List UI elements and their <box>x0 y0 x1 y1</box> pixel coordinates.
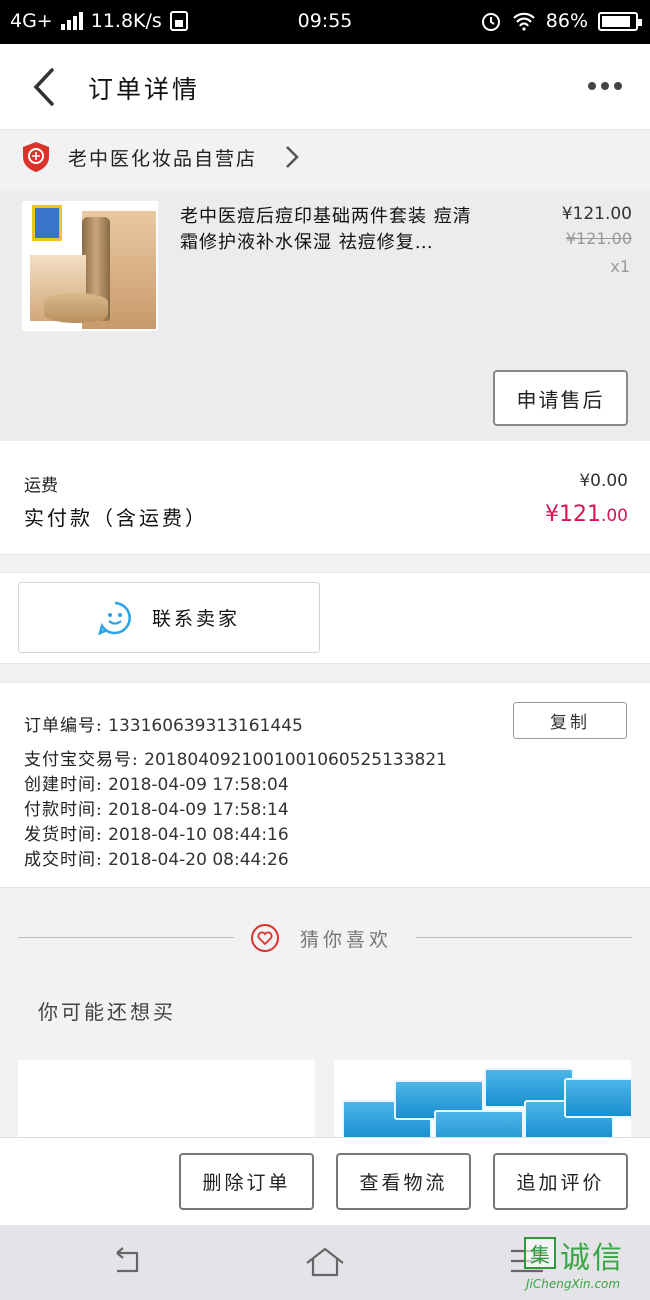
recommend-subtitle: 你可能还想买 <box>38 1000 176 1024</box>
delete-order-button[interactable]: 删除订单 <box>179 1153 314 1210</box>
watermark-url: JiChengXin.com <box>526 1277 621 1291</box>
alipay-number-row: 支付宝交易号: 2018040921001001060525133821 <box>24 745 447 770</box>
bottom-actions: 删除订单 查看物流 追加评价 <box>0 1137 650 1225</box>
order-info: 订单编号: 133160639313161445 复制 支付宝交易号: 2018… <box>0 682 650 888</box>
watermark: 集 诚信 JiChengXin.com <box>524 1237 644 1295</box>
paid-value-main: ¥121 <box>544 502 601 527</box>
info-key: 付款时间: <box>24 800 103 820</box>
store-row[interactable]: 老中医化妆品自营店 <box>0 131 650 191</box>
order-number: 133160639313161445 <box>108 716 303 736</box>
product-price: ¥121.00 <box>561 204 632 224</box>
nav-bar: 订单详情 <box>0 44 650 130</box>
alipay-number: 2018040921001001060525133821 <box>144 750 447 770</box>
divider-line-right <box>416 937 632 938</box>
shipping-value: ¥0.00 <box>579 471 628 491</box>
contact-seller-label: 联系卖家 <box>151 608 240 630</box>
back-icon[interactable] <box>26 64 66 110</box>
recommend-card[interactable] <box>18 1060 315 1140</box>
recommend-divider: 猜你喜欢 <box>0 905 650 975</box>
recommend-card[interactable] <box>334 1060 631 1140</box>
wifi-icon <box>512 12 535 31</box>
created-time-row: 创建时间: 2018-04-09 17:58:04 <box>24 770 289 795</box>
home-nav-icon[interactable] <box>303 1243 347 1279</box>
watermark-logo: 集 <box>524 1237 556 1269</box>
page-title: 订单详情 <box>88 75 201 104</box>
store-name: 老中医化妆品自营店 <box>68 148 258 170</box>
info-key: 订单编号: <box>24 716 103 736</box>
view-logistics-button[interactable]: 查看物流 <box>336 1153 471 1210</box>
info-key: 发货时间: <box>24 825 103 845</box>
copy-button[interactable]: 复制 <box>513 702 627 739</box>
completed-time: 2018-04-20 08:44:26 <box>108 850 289 870</box>
product-name: 老中医痘后痘印基础两件套装 痘清霜修护液补水保湿 祛痘修复… <box>180 206 472 253</box>
shipping-label: 运费 <box>24 476 58 496</box>
store-shield-icon <box>23 142 49 172</box>
order-totals: 运费 ¥0.00 实付款（含运费） ¥121.00 <box>0 441 650 555</box>
info-key: 成交时间: <box>24 850 103 870</box>
product-image <box>22 201 158 331</box>
contact-seller-button[interactable]: 联系卖家 <box>18 582 320 653</box>
order-number-row: 订单编号: 133160639313161445 <box>24 711 303 736</box>
after-sale-button[interactable]: 申请售后 <box>493 370 628 426</box>
status-right: 86% <box>480 10 642 32</box>
more-icon[interactable] <box>588 76 628 96</box>
info-key: 支付宝交易号: <box>24 750 139 770</box>
product-quantity: x1 <box>610 257 630 276</box>
chat-face-icon <box>98 601 131 635</box>
back-nav-icon[interactable] <box>105 1243 149 1279</box>
info-key: 创建时间: <box>24 775 103 795</box>
shipped-time: 2018-04-10 08:44:16 <box>108 825 289 845</box>
paid-value-cents: .00 <box>600 506 628 526</box>
add-review-button[interactable]: 追加评价 <box>493 1153 628 1210</box>
completed-time-row: 成交时间: 2018-04-20 08:44:26 <box>24 845 289 870</box>
product-item[interactable]: 老中医痘后痘印基础两件套装 痘清霜修护液补水保湿 祛痘修复… ¥121.00 ¥… <box>0 191 650 441</box>
paid-label: 实付款（含运费） <box>24 506 208 530</box>
created-time: 2018-04-09 17:58:04 <box>108 775 289 795</box>
paid-value: ¥121.00 <box>545 502 628 527</box>
alarm-icon <box>481 13 500 31</box>
paid-time: 2018-04-09 17:58:14 <box>108 800 289 820</box>
recommend-label: 猜你喜欢 <box>300 929 393 951</box>
status-bar: 4G+ 11.8K/s 09:55 86% <box>0 0 650 44</box>
shipped-time-row: 发货时间: 2018-04-10 08:44:16 <box>24 820 289 845</box>
contact-section: 联系卖家 <box>0 572 650 664</box>
battery-percent: 86% <box>545 10 588 32</box>
battery-icon <box>598 11 642 31</box>
watermark-text: 诚信 <box>560 1241 624 1276</box>
system-nav: 集 诚信 JiChengXin.com <box>0 1225 650 1300</box>
heart-icon <box>251 924 279 952</box>
paid-time-row: 付款时间: 2018-04-09 17:58:14 <box>24 795 289 820</box>
divider-line-left <box>18 937 234 938</box>
chevron-right-icon <box>286 146 299 168</box>
product-original-price: ¥121.00 <box>565 229 632 248</box>
